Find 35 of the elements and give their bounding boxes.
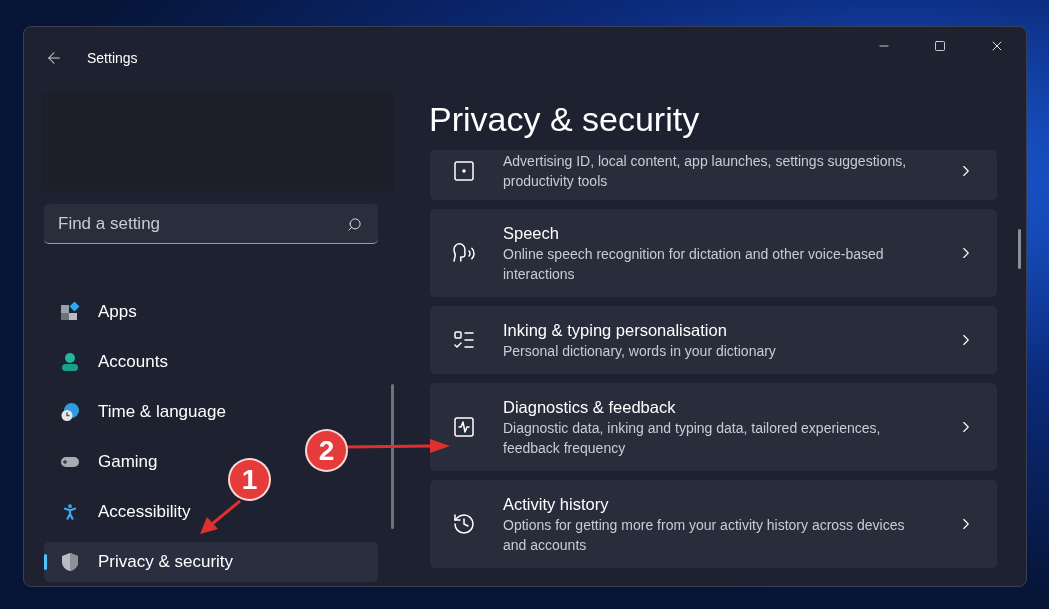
settings-card[interactable]: Activity history Options for getting more from your activity history across devices and accounts: [430, 480, 997, 568]
search-icon: [347, 217, 362, 232]
card-title: Diagnostics & feedback: [503, 397, 677, 418]
settings-card[interactable]: Advertising ID, local content, app launches, settings suggestions, productivity tools: [430, 150, 997, 200]
card-title: Activity history: [503, 494, 610, 515]
settings-card[interactable]: Speech Online speech recognition for dictation and other voice-based interactions: [430, 209, 997, 297]
window-title: Settings: [87, 48, 138, 68]
card-title: Inking & typing personalisation: [503, 320, 728, 341]
maximize-icon: [934, 40, 946, 52]
card-description: Online speech recognition for dictation and other voice-based interactions: [503, 245, 885, 284]
scrollbar: [1018, 229, 1021, 269]
apps-icon: [60, 302, 80, 322]
history-icon: [452, 512, 476, 536]
annotation-arrow: [200, 499, 241, 534]
shield-icon: [60, 552, 80, 572]
settings-card[interactable]: Diagnostics & feedback Diagnostic data, inking and typing data, tailored experiences, feedback frequency: [430, 383, 997, 471]
nav-item[interactable]: Privacy & security: [44, 542, 378, 582]
card-description: Options for getting more from your activity history across devices and accounts: [503, 516, 906, 555]
settings-card[interactable]: Inking & typing personalisation Personal dictionary, words in your dictionary: [430, 306, 997, 374]
search-field[interactable]: Find a setting: [44, 204, 378, 244]
nav-item[interactable]: Time & language: [44, 392, 238, 432]
page-title: Privacy & security: [429, 99, 701, 139]
activity-icon: [452, 415, 476, 439]
nav-item[interactable]: Accessibility: [44, 492, 203, 532]
card-title: Speech: [503, 223, 560, 244]
nav-item[interactable]: Apps: [44, 292, 149, 332]
selection-indicator: [44, 554, 47, 570]
person-icon: [60, 352, 80, 372]
card-description: Diagnostic data, inking and typing data, tailored experiences, feedback frequency: [503, 419, 882, 458]
card-description: Advertising ID, local content, app launches, settings suggestions, productivity tools: [503, 152, 908, 191]
globe-clock-icon: [60, 402, 80, 422]
speech-icon: [452, 241, 476, 265]
nav-item[interactable]: Accounts: [44, 342, 180, 382]
card-description: Personal dictionary, words in your dictionary: [503, 342, 777, 361]
nav-item[interactable]: Gaming: [44, 442, 170, 482]
